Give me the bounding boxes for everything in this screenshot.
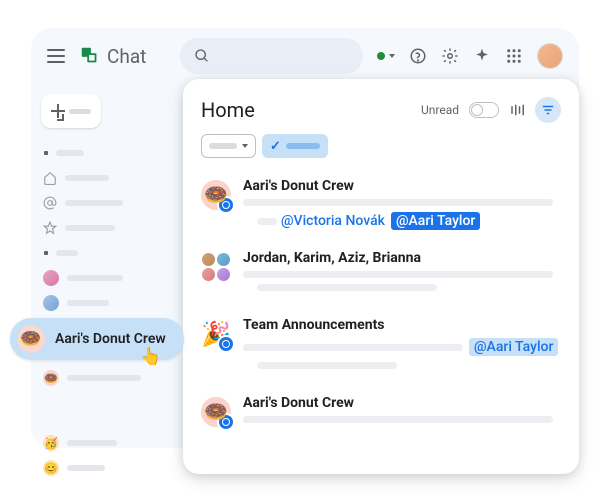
apps-icon[interactable] — [505, 47, 523, 65]
menu-icon[interactable] — [47, 49, 65, 63]
main-panel: Home Unread ✓ Aari's Donut Crew @Victori… — [183, 79, 579, 474]
chat-logo: Chat — [79, 45, 146, 68]
thread-title: Aari's Donut Crew — [243, 395, 561, 411]
thread-item[interactable]: Jordan, Karim, Aziz, Brianna — [183, 240, 579, 307]
thread-avatar — [201, 180, 231, 210]
app-name-label: Chat — [107, 45, 146, 68]
space-badge-icon — [217, 335, 235, 353]
chat-app-icon — [79, 45, 101, 67]
search-icon — [194, 48, 210, 64]
sidebar-item[interactable] — [41, 292, 166, 314]
new-chat-button[interactable] — [41, 94, 101, 128]
mention-chip[interactable]: @Aari Taylor — [391, 212, 480, 230]
filter-chip-active[interactable]: ✓ — [262, 134, 328, 158]
unread-toggle[interactable]: Unread — [421, 102, 499, 118]
account-avatar[interactable] — [537, 43, 563, 69]
sidebar-item[interactable] — [41, 192, 166, 214]
thread-avatar — [201, 252, 231, 282]
sidebar-item[interactable]: 🍩 — [41, 367, 166, 389]
star-icon — [43, 221, 57, 235]
sidebar-item[interactable] — [41, 167, 166, 189]
thread-title: Team Announcements — [243, 317, 561, 333]
sort-icon[interactable] — [509, 101, 527, 119]
status-indicator[interactable] — [377, 52, 395, 60]
thread-title: Aari's Donut Crew — [243, 178, 561, 194]
thread-avatar — [201, 319, 231, 349]
sidebar-item[interactable] — [41, 267, 166, 289]
home-icon — [43, 171, 57, 185]
thread-item[interactable]: Aari's Donut Crew — [183, 385, 579, 439]
sidebar-item[interactable] — [41, 217, 166, 239]
sidebar-item[interactable]: 🥳 — [41, 432, 166, 454]
mention-chip[interactable]: @Aari Taylor — [469, 338, 558, 356]
mention-link[interactable]: @Victoria Novák — [281, 213, 385, 229]
tooltip-label: Aari's Donut Crew — [55, 331, 166, 347]
help-icon[interactable] — [409, 47, 427, 65]
thread-item[interactable]: Aari's Donut Crew @Victoria Novák @Aari … — [183, 168, 579, 240]
thread-item[interactable]: Team Announcements @Aari Taylor — [183, 307, 579, 385]
mentions-icon — [43, 196, 57, 210]
settings-icon[interactable] — [441, 47, 459, 65]
filter-icon — [541, 103, 555, 117]
thread-avatar — [201, 397, 231, 427]
toggle-icon — [469, 102, 499, 118]
sidebar-item[interactable]: 😊 — [41, 457, 166, 479]
thread-title: Jordan, Karim, Aziz, Brianna — [243, 250, 561, 266]
search-input[interactable] — [180, 38, 363, 74]
cursor-icon: 👆 — [140, 347, 161, 367]
filter-dropdown[interactable] — [201, 134, 256, 158]
filter-button[interactable] — [535, 97, 561, 123]
space-badge-icon — [217, 196, 235, 214]
unread-label: Unread — [421, 103, 459, 117]
app-header: Chat — [31, 28, 579, 84]
compose-icon — [51, 104, 61, 118]
page-title: Home — [201, 98, 255, 122]
space-badge-icon — [217, 413, 235, 431]
sparkle-icon[interactable] — [473, 47, 491, 65]
sidebar: 🍩 🥳 😊 — [31, 86, 176, 490]
tooltip-avatar: 🍩 — [17, 325, 45, 353]
